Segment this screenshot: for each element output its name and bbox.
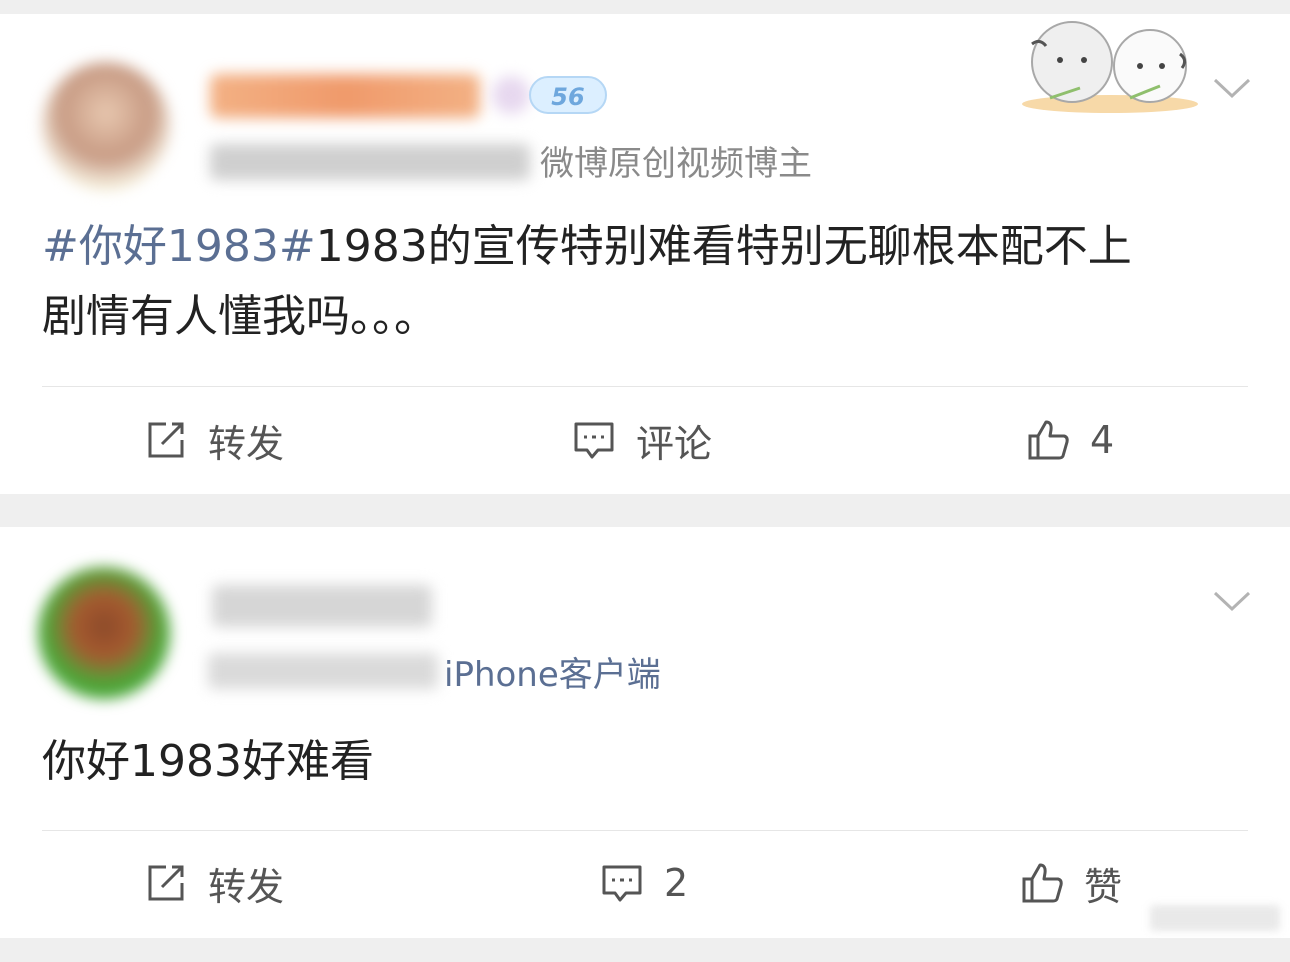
like-icon (1022, 863, 1063, 903)
level-badge: 56 (529, 76, 607, 114)
post-card: iPhone客户端 你好1983好难看 转发 2 赞 (0, 527, 1290, 938)
comment-icon (574, 422, 614, 459)
author-name[interactable] (212, 585, 432, 627)
watermark (1150, 905, 1280, 931)
repost-button[interactable]: 转发 (144, 390, 284, 490)
like-button[interactable]: 4 (1026, 390, 1114, 490)
svg-text:56: 56 (551, 83, 584, 111)
author-title: 微博原创视频博主 (540, 144, 812, 184)
post-text: #你好1983#1983的宣传特别难看特别无聊根本配不上 剧情有人懂我吗。。。 (42, 221, 1132, 342)
repost-icon (148, 422, 184, 458)
avatar[interactable] (42, 62, 170, 190)
chevron-down-icon[interactable] (1212, 72, 1252, 102)
like-button[interactable]: 赞 (1020, 833, 1122, 933)
action-bar: 转发 2 赞 (0, 833, 1290, 933)
post-text: 你好1983好难看 (42, 736, 374, 787)
like-label: 赞 (1084, 864, 1123, 909)
like-count: 4 (1090, 418, 1115, 462)
like-icon (1028, 420, 1069, 460)
vip-icon (492, 76, 530, 114)
sticker-image (1022, 21, 1198, 113)
author-name[interactable] (210, 74, 480, 118)
action-bar: 转发 评论 4 (0, 390, 1290, 490)
comment-button[interactable]: 2 (600, 833, 688, 933)
comment-count: 2 (664, 861, 689, 905)
repost-button[interactable]: 转发 (144, 833, 284, 933)
repost-label: 转发 (208, 864, 285, 909)
avatar[interactable] (38, 567, 170, 699)
post-source[interactable]: iPhone客户端 (444, 647, 661, 696)
comment-button[interactable]: 评论 (572, 390, 712, 490)
repost-label: 转发 (208, 421, 285, 466)
repost-icon (148, 865, 184, 901)
hashtag-link[interactable]: #你好1983# (42, 221, 316, 272)
post-time (208, 653, 438, 689)
comment-icon (602, 865, 642, 902)
post-time (210, 144, 530, 180)
divider (42, 830, 1248, 831)
divider (42, 386, 1248, 387)
post-card: 56 微博原创视频博主 #你好1983#1983的宣传特别难看特别无聊根本配不上… (0, 14, 1290, 494)
chevron-down-icon[interactable] (1212, 585, 1252, 615)
comment-label: 评论 (636, 421, 713, 466)
